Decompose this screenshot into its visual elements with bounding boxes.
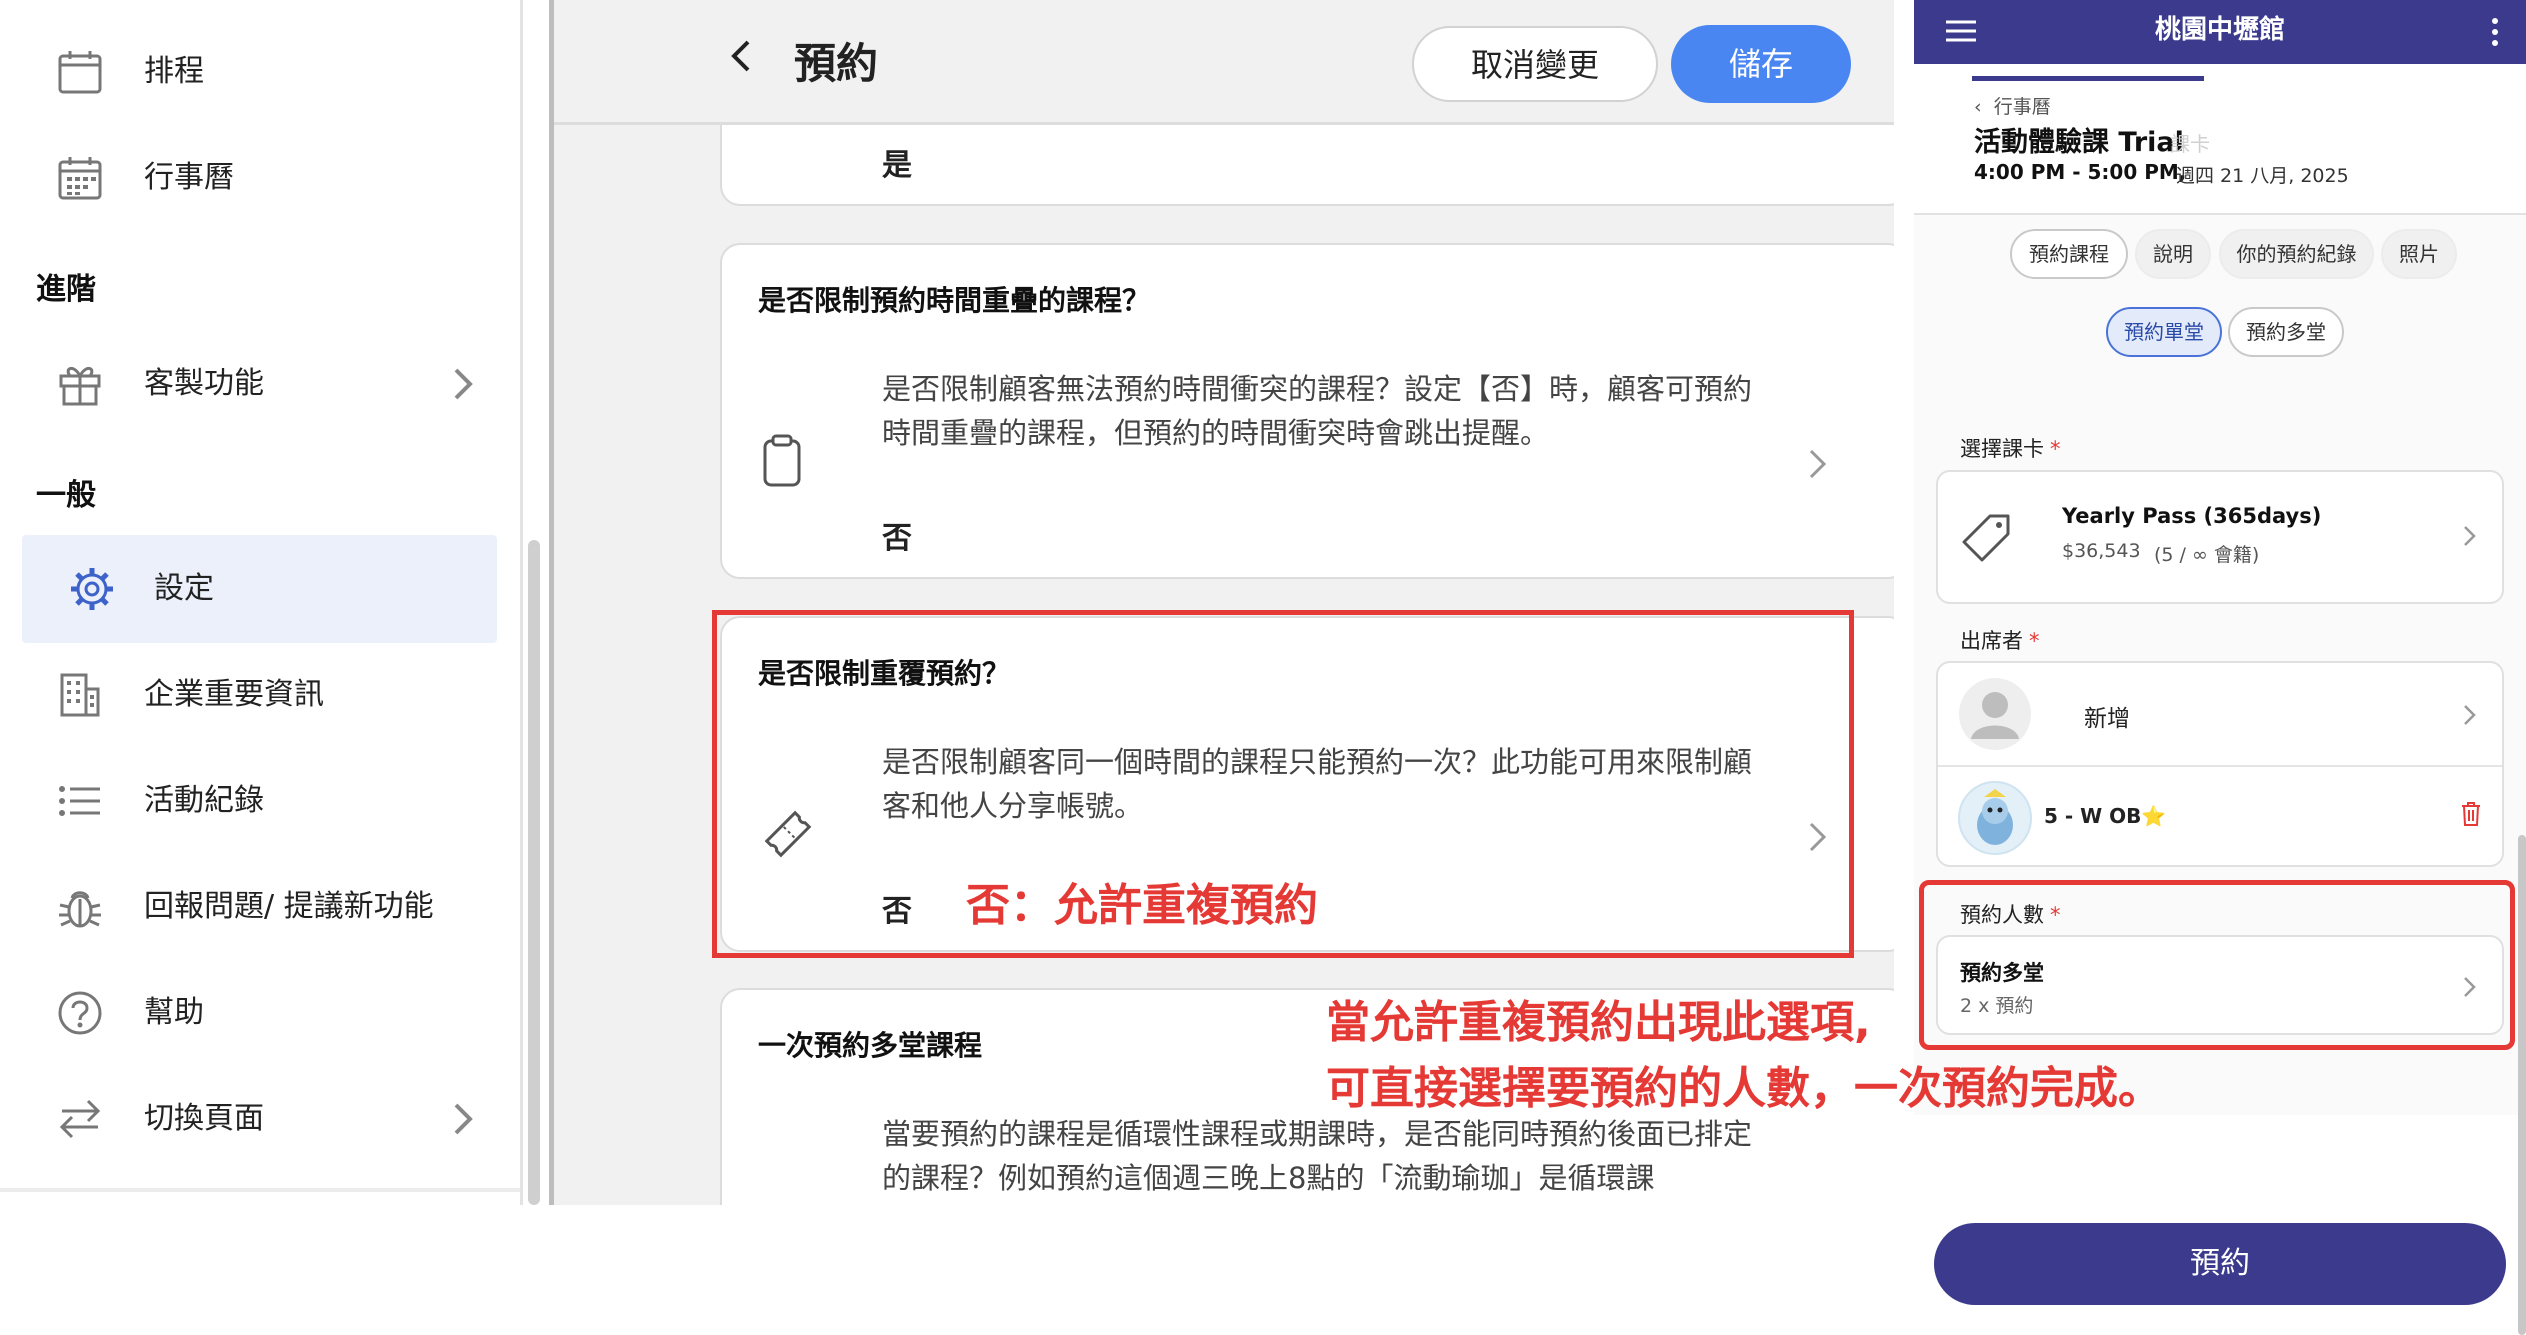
settings-header: 預約 取消變更 儲存 — [554, 0, 1894, 125]
building-icon — [56, 671, 104, 719]
back-arrow-icon[interactable] — [724, 38, 760, 74]
pass-name: Yearly Pass (365days) — [2062, 504, 2322, 528]
chevron-right-icon — [2460, 701, 2478, 729]
setting-description: 當要預約的課程是循環性課程或期課時，是否能同時預約後面已排定的課程？例如預約這個… — [882, 1117, 1753, 1195]
sidebar-item-settings[interactable]: 設定 — [22, 535, 497, 643]
sidebar-item-report-issue[interactable]: 回報問題/ 提議新功能 — [22, 853, 497, 961]
chevron-right-icon — [1802, 445, 1832, 483]
chevron-right-icon — [2460, 522, 2478, 550]
sidebar-item-label: 設定 — [154, 571, 214, 606]
sidebar-scrollbar[interactable] — [528, 540, 540, 1205]
sidebar-item-label: 幫助 — [144, 995, 204, 1030]
trash-icon[interactable] — [2460, 801, 2482, 827]
chevron-right-icon — [442, 364, 482, 404]
scrollbar[interactable] — [2518, 835, 2526, 1335]
event-time: 4:00 PM - 5:00 PM, — [1974, 160, 2187, 184]
save-button[interactable]: 儲存 — [1671, 25, 1851, 103]
tab-photos[interactable]: 照片 — [2381, 229, 2457, 279]
divider — [520, 0, 523, 1205]
attendee-row[interactable]: 5 - W OB⭐ — [1938, 767, 2502, 867]
sidebar: 排程 行事曆 進階 客製功能 一般 設定 企業重要資訊 活動紀錄 回報問題/ 提… — [0, 0, 522, 1205]
sidebar-item-switch-page[interactable]: 切換頁面 — [22, 1065, 497, 1173]
field-label-card: 選擇課卡 * — [1960, 433, 2061, 463]
section-title-general: 一般 — [36, 478, 96, 513]
sidebar-item-calendar[interactable]: 行事曆 — [22, 124, 497, 232]
section-title-advanced: 進階 — [36, 272, 96, 307]
field-label-text: 出席者 — [1960, 629, 2023, 653]
required-mark: * — [2029, 629, 2040, 653]
sidebar-item-label: 回報問題/ 提議新功能 — [144, 889, 434, 924]
annotation-line: 當允許重複預約出現此選項, — [1326, 997, 1871, 1048]
divider — [0, 1188, 522, 1192]
breadcrumb-label: 行事曆 — [1993, 96, 2051, 118]
gear-icon — [68, 565, 116, 613]
calendar-icon — [56, 48, 104, 96]
swap-icon — [56, 1095, 104, 1143]
book-multiple-toggle[interactable]: 預約多堂 — [2228, 307, 2344, 357]
sidebar-item-label: 行事曆 — [144, 160, 234, 195]
cancel-button[interactable]: 取消變更 — [1412, 26, 1658, 102]
annotation-allow-repeat: 否：允許重複預約 — [966, 880, 1318, 931]
add-attendee-row[interactable]: 新增 — [1938, 663, 2502, 765]
tab-booking-history[interactable]: 你的預約紀錄 — [2219, 229, 2374, 279]
more-icon[interactable] — [2490, 16, 2500, 48]
attendee-name: 5 - W OB⭐ — [2044, 804, 2167, 828]
sidebar-item-company-info[interactable]: 企業重要資訊 — [22, 641, 497, 749]
sidebar-item-label: 客製功能 — [144, 366, 264, 401]
app-title: 桃園中壢館 — [2154, 15, 2285, 45]
gift-icon — [56, 360, 104, 408]
avatar — [1958, 781, 2032, 855]
sidebar-item-label: 活動紀錄 — [144, 783, 264, 818]
event-date: 週四 21 八月, 2025 — [2176, 165, 2349, 187]
sidebar-item-label: 企業重要資訊 — [144, 677, 324, 712]
pass-price: $36,543 — [2062, 540, 2141, 562]
pass-usage: (5 / ∞ 會籍) — [2154, 544, 2260, 566]
sidebar-item-activity-log[interactable]: 活動紀錄 — [22, 747, 497, 855]
setting-value: 是 — [882, 148, 912, 183]
list-icon — [56, 777, 104, 825]
setting-card-overlap[interactable]: 是否限制預約時間重疊的課程？ 是否限制顧客無法預約時間衝突的課程？設定【否】時，… — [720, 243, 1894, 579]
setting-title: 是否限制預約時間重疊的課程？ — [758, 284, 1151, 317]
pass-selector[interactable]: Yearly Pass (365days) $36,543 (5 / ∞ 會籍) — [1936, 470, 2504, 604]
required-mark: * — [2050, 437, 2061, 461]
page-title: 預約 — [794, 39, 879, 88]
annotation-quantity-note: 當允許重複預約出現此選項, 可直接選擇要預約的人數，一次預約完成。 — [1326, 990, 2162, 1122]
sidebar-item-label: 排程 — [144, 54, 204, 89]
tab-description[interactable]: 說明 — [2135, 229, 2211, 279]
tab-book-class[interactable]: 預約課程 — [2010, 229, 2128, 279]
sidebar-item-help[interactable]: 幫助 — [22, 959, 497, 1067]
clipboard-icon — [760, 433, 804, 489]
annotation-line: 可直接選擇要預約的人數，一次預約完成。 — [1326, 1063, 2162, 1114]
event-title: 活動體驗課 Trial — [1974, 127, 2184, 158]
tag-icon — [1960, 510, 2016, 566]
sidebar-item-label: 切換頁面 — [144, 1101, 264, 1136]
bug-icon — [56, 883, 104, 931]
field-label-text: 選擇課卡 — [1960, 437, 2044, 461]
add-attendee-label: 新增 — [2084, 706, 2130, 732]
setting-title: 一次預約多堂課程 — [758, 1029, 983, 1062]
book-single-toggle[interactable]: 預約單堂 — [2106, 307, 2222, 357]
header-accent — [1972, 76, 2204, 81]
event-title-ghost: 課卡 — [2170, 132, 2210, 156]
setting-value: 否 — [882, 521, 912, 556]
field-label-attendee: 出席者 * — [1960, 625, 2040, 655]
app-bar: 桃園中壢館 — [1914, 0, 2526, 64]
avatar-placeholder-icon — [1958, 677, 2032, 751]
attendee-list: 新增 5 - W OB⭐ — [1936, 661, 2504, 867]
book-button[interactable]: 預約 — [1934, 1223, 2506, 1305]
breadcrumb[interactable]: ‹ 行事曆 — [1974, 92, 2051, 119]
help-icon — [56, 989, 104, 1037]
chevron-right-icon — [442, 1099, 482, 1139]
sidebar-item-schedule[interactable]: 排程 — [22, 18, 497, 126]
calendar-grid-icon — [56, 154, 104, 202]
sidebar-item-custom-features[interactable]: 客製功能 — [22, 330, 497, 438]
setting-description: 是否限制顧客無法預約時間衝突的課程？設定【否】時，顧客可預約時間重疊的課程，但預… — [882, 372, 1753, 450]
